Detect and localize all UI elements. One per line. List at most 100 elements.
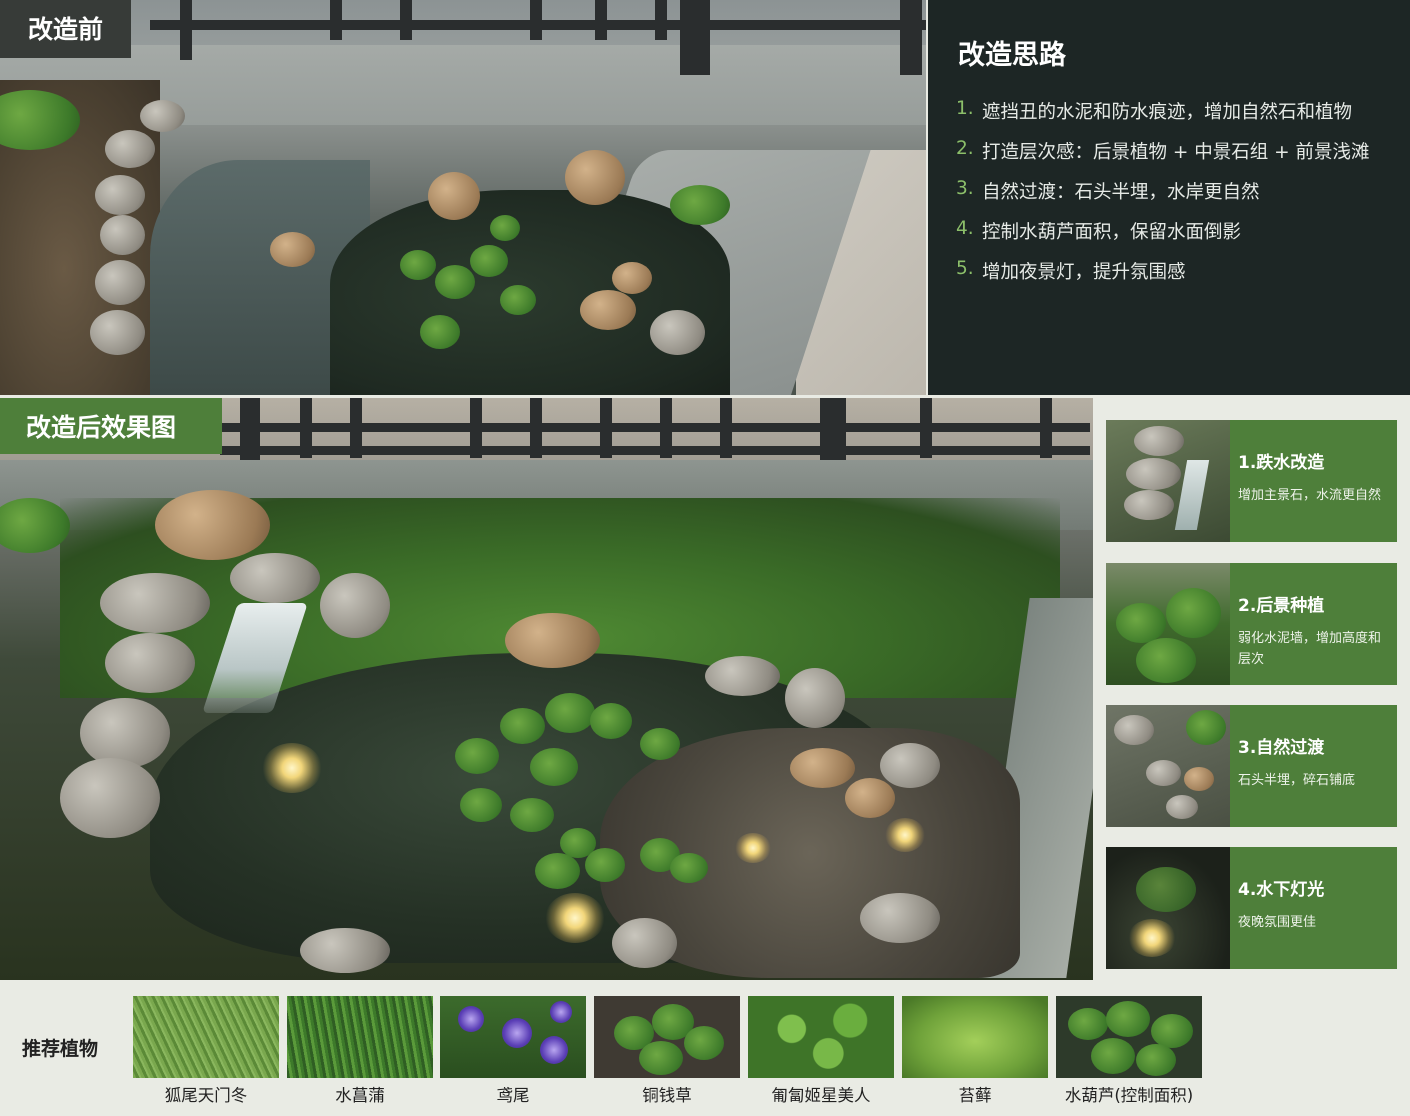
stone <box>1126 458 1181 490</box>
feature-body: 2.后景种植 弱化水泥墙，增加高度和层次 <box>1230 563 1397 685</box>
idea-item: 2. 打造层次感：后景植物 + 中景石组 + 前景浅滩 <box>956 138 1370 163</box>
underwater-light <box>735 833 771 863</box>
fence-post <box>330 0 342 40</box>
water-hyacinth <box>530 748 578 786</box>
feature-card-planting: 2.后景种植 弱化水泥墙，增加高度和层次 <box>1106 563 1397 685</box>
ideas-title: 改造思路 <box>958 40 1066 71</box>
plant-clump <box>1136 638 1196 683</box>
stone <box>612 262 652 294</box>
fence-post <box>600 398 612 458</box>
iris-image <box>440 996 586 1078</box>
stone <box>565 150 625 205</box>
leaf <box>1068 1008 1108 1040</box>
plant-clump <box>1186 710 1226 745</box>
plant-name: 鸢尾 <box>496 1086 530 1105</box>
plant-clump <box>670 185 730 225</box>
water-hyacinth <box>640 728 680 760</box>
fence-post <box>530 398 542 458</box>
feature-desc: 石头半埋，碎石铺底 <box>1238 773 1356 788</box>
feature-title: 3.自然过渡 <box>1238 738 1325 758</box>
fence-post <box>680 0 710 75</box>
stone <box>580 290 636 330</box>
water-hyacinth <box>400 250 436 280</box>
water-hyacinth <box>460 788 502 822</box>
water-hyacinth <box>545 693 595 733</box>
underwater-light <box>545 893 605 943</box>
stone <box>880 743 940 788</box>
sweet-flag-image <box>287 996 433 1078</box>
stone <box>860 893 940 943</box>
plant-clump <box>1116 603 1166 643</box>
stone <box>1134 426 1184 456</box>
water-hyacinth <box>510 798 554 832</box>
plant-name: 狐尾天门冬 <box>164 1086 248 1105</box>
ideas-list: 1. 遮挡丑的水泥和防水痕迹，增加自然石和植物 2. 打造层次感：后景植物 + 中景… <box>956 98 1370 298</box>
stone <box>845 778 895 818</box>
water-hyacinth <box>500 285 536 315</box>
fence-post <box>655 0 667 40</box>
plant-card: 水葫芦(控制面积) <box>1056 996 1202 1105</box>
before-photo <box>0 0 926 395</box>
plant-name: 水葫芦(控制面积) <box>1064 1086 1194 1105</box>
plant-card: 苔藓 <box>902 996 1048 1105</box>
fence-post <box>900 0 922 75</box>
plant-clump <box>1166 588 1221 638</box>
after-label: 改造后效果图 <box>0 398 222 454</box>
stone <box>230 553 320 603</box>
creeping-sedum-image <box>748 996 894 1078</box>
stone <box>705 656 780 696</box>
water-hyacinth <box>455 738 499 774</box>
stone <box>1114 715 1154 745</box>
idea-item: 3. 自然过渡：石头半埋，水岸更自然 <box>956 178 1260 203</box>
stone <box>505 613 600 668</box>
water-hyacinth <box>435 265 475 299</box>
feature-card-transition: 3.自然过渡 石头半埋，碎石铺底 <box>1106 705 1397 827</box>
stone <box>95 175 145 215</box>
plant-name: 铜钱草 <box>642 1086 692 1105</box>
feature-desc: 弱化水泥墙，增加高度和层次 <box>1238 631 1382 667</box>
feature-body: 3.自然过渡 石头半埋，碎石铺底 <box>1230 705 1397 827</box>
stone <box>1184 767 1214 791</box>
feature-thumbnail <box>1106 420 1230 542</box>
idea-item: 4. 控制水葫芦面积，保留水面倒影 <box>956 218 1242 243</box>
iris-flower <box>458 1006 484 1032</box>
feature-card-waterfall: 1.跌水改造 增加主景石，水流更自然 <box>1106 420 1397 542</box>
stone <box>790 748 855 788</box>
stone <box>1124 490 1174 520</box>
fence-post <box>470 398 482 458</box>
stone <box>105 130 155 168</box>
fence-post <box>300 398 312 458</box>
underwater-light <box>262 743 322 793</box>
water-hyacinth <box>590 703 632 739</box>
stone <box>300 928 390 973</box>
fence-post <box>400 0 412 40</box>
leaf <box>639 1041 683 1075</box>
iris-flower <box>502 1018 532 1048</box>
pennywort-image <box>594 996 740 1078</box>
fence-post <box>920 398 932 458</box>
fence-post <box>595 0 607 40</box>
feature-desc: 增加主景石，水流更自然 <box>1238 488 1382 503</box>
stone <box>100 573 210 633</box>
water-hyacinth <box>535 853 580 889</box>
plant-name: 水菖蒲 <box>335 1086 385 1105</box>
water-hyacinth <box>1136 867 1196 912</box>
stone <box>270 232 315 267</box>
ideas-panel: 改造思路 1. 遮挡丑的水泥和防水痕迹，增加自然石和植物 2. 打造层次感：后景植物… <box>928 0 1410 395</box>
asparagus-fern-image <box>133 996 279 1078</box>
feature-body: 1.跌水改造 增加主景石，水流更自然 <box>1230 420 1397 542</box>
stone <box>105 633 195 693</box>
iris-flower <box>540 1036 568 1064</box>
moss-image <box>902 996 1048 1078</box>
stone <box>1146 760 1181 786</box>
leaf <box>1151 1014 1193 1048</box>
feature-title: 2.后景种植 <box>1238 596 1325 616</box>
plant-name: 匍匐姬星美人 <box>771 1086 871 1105</box>
plant-card: 匍匐姬星美人 <box>748 996 894 1105</box>
stone <box>80 698 170 768</box>
fence-post <box>720 398 732 458</box>
stone <box>1166 795 1198 819</box>
main-rock <box>155 490 270 560</box>
feature-thumbnail <box>1106 705 1230 827</box>
feature-title: 1.跌水改造 <box>1238 453 1325 473</box>
